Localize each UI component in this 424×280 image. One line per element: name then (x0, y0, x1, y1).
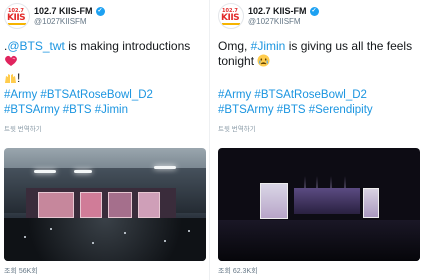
stage-screen (138, 192, 160, 218)
verified-badge-icon: ✓ (309, 6, 319, 16)
tweet-card-2[interactable]: 102.7 KIIS 102.7 KIIS-FM ✓ @1027KIISFM O… (214, 0, 422, 280)
name-row: 102.7 KIIS-FM ✓ (34, 5, 105, 17)
lightstick (124, 232, 126, 234)
hashtag-link[interactable]: #Jimin (251, 39, 286, 53)
stage (294, 188, 360, 214)
avatar[interactable]: 102.7 KIIS (4, 3, 30, 29)
crowd (218, 220, 420, 261)
hashtag-list[interactable]: #Army #BTSAtRoseBowl_D2 #BTSArmy #BTS #J… (4, 88, 208, 118)
lightstick (24, 236, 26, 238)
view-count: 조회 62.3K회 (218, 268, 258, 275)
tweet-header: 102.7 KIIS 102.7 KIIS-FM ✓ @1027KIISFM (218, 3, 418, 29)
lightstick (92, 242, 94, 244)
crying-face-emoji-icon (257, 54, 270, 71)
logo-bar (222, 23, 240, 25)
lightstick (164, 240, 166, 242)
stadium-light (34, 170, 56, 173)
logo-text-main: KIIS (7, 13, 26, 23)
logo-text-main: KIIS (221, 13, 240, 23)
view-count: 조회 56K회 (4, 268, 38, 275)
stage-screen (80, 192, 102, 218)
stage-screen (108, 192, 132, 218)
column-divider (209, 0, 210, 280)
text-suffix: is making introductions (64, 39, 191, 53)
mention-link[interactable]: @BTS_twt (7, 39, 65, 53)
stadium-light (154, 166, 176, 169)
tweet-text: .@BTS_twt is making introductions ! (4, 39, 206, 88)
raising-hands-emoji-icon (4, 72, 17, 88)
hearts-emoji-icon (4, 55, 18, 71)
tweet-media-video[interactable] (218, 148, 420, 261)
stage-screen (260, 183, 288, 219)
verified-badge-icon: ✓ (95, 6, 105, 16)
account-handle[interactable]: @1027KIISFM (248, 17, 301, 26)
tweet-card-1[interactable]: 102.7 KIIS 102.7 KIIS-FM ✓ @1027KIISFM .… (0, 0, 208, 280)
hashtag-list[interactable]: #Army #BTSAtRoseBowl_D2 #BTSArmy #BTS #S… (218, 88, 422, 118)
tweet-header: 102.7 KIIS 102.7 KIIS-FM ✓ @1027KIISFM (4, 3, 204, 29)
translate-tweet-link[interactable]: 트윗 번역하기 (218, 123, 256, 133)
lightstick (50, 228, 52, 230)
crowd (4, 218, 206, 261)
tweet-media-video[interactable] (4, 148, 206, 261)
logo-bar (8, 23, 26, 25)
translate-tweet-link[interactable]: 트윗 번역하기 (4, 123, 42, 133)
lightstick (188, 230, 190, 232)
name-row: 102.7 KIIS-FM ✓ (248, 5, 319, 17)
stage-screen (363, 188, 379, 218)
account-name[interactable]: 102.7 KIIS-FM (248, 6, 307, 16)
tweet-text: Omg, #Jimin is giving us all the feels t… (218, 39, 420, 71)
account-handle[interactable]: @1027KIISFM (34, 17, 87, 26)
text-prefix: Omg, (218, 39, 251, 53)
account-name[interactable]: 102.7 KIIS-FM (34, 6, 93, 16)
stadium-light (74, 170, 92, 173)
avatar[interactable]: 102.7 KIIS (218, 3, 244, 29)
stage-screen (38, 192, 74, 218)
